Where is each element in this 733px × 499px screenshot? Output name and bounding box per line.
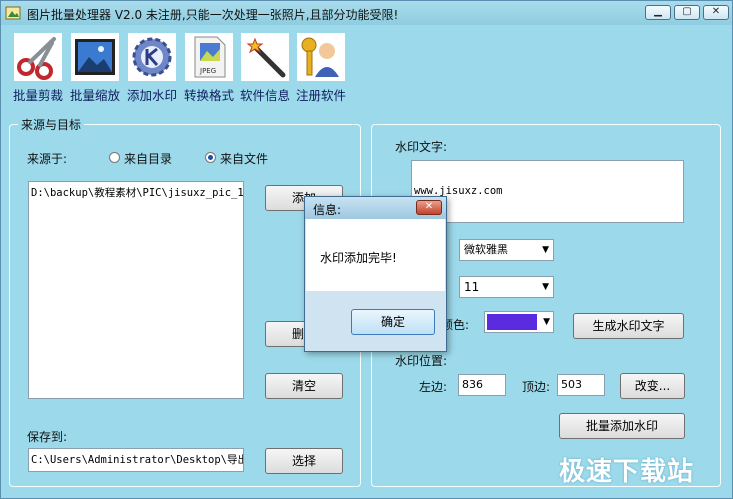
source-label: 来源于: — [27, 152, 68, 166]
toolbar-software-info[interactable]: 软件信息 — [239, 31, 295, 103]
group-title: 来源与目标 — [18, 116, 85, 133]
chevron-down-icon: ▼ — [542, 282, 549, 292]
size-select[interactable]: 11 ▼ — [459, 276, 554, 298]
toolbar-label: 批量缩放 — [69, 88, 120, 103]
toolbar-batch-resize[interactable]: 批量缩放 — [69, 31, 125, 103]
radio-from-directory[interactable] — [109, 152, 120, 163]
generate-watermark-button[interactable]: 生成水印文字 — [573, 313, 684, 339]
dialog-close-button[interactable]: ✕ — [416, 200, 442, 215]
top-label: 顶边: — [522, 380, 551, 394]
title-bar: 图片批量处理器 V2.0 未注册,只能一次处理一张照片,且部分功能受限! ▁ ▢… — [1, 1, 732, 25]
dialog-message: 水印添加完毕! — [320, 251, 397, 265]
left-input[interactable]: 836 — [458, 374, 506, 396]
dialog-title: 信息: — [313, 203, 342, 217]
batch-add-watermark-button[interactable]: 批量添加水印 — [559, 413, 685, 439]
choose-button[interactable]: 选择 — [265, 448, 343, 474]
toolbar-label: 添加水印 — [126, 88, 177, 103]
window-title: 图片批量处理器 V2.0 未注册,只能一次处理一张照片,且部分功能受限! — [27, 8, 399, 22]
watermark-position-label: 水印位置: — [395, 354, 448, 368]
minimize-button[interactable]: ▁ — [645, 5, 671, 20]
list-item[interactable]: D:\backup\教程素材\PIC\jisuxz_pic_1 — [29, 182, 243, 203]
color-picker[interactable]: ▼ — [484, 311, 554, 333]
change-button[interactable]: 改变... — [620, 373, 685, 399]
radio-from-directory-label[interactable]: 来自目录 — [124, 150, 172, 167]
user-key-icon — [297, 33, 345, 81]
jpeg-file-icon: JPEG — [185, 33, 233, 81]
toolbar-convert-format[interactable]: JPEG 转换格式 — [183, 31, 239, 103]
save-to-label: 保存到: — [27, 430, 68, 444]
dialog-body: 水印添加完毕! — [306, 219, 445, 291]
maximize-button[interactable]: ▢ — [674, 5, 700, 20]
close-button[interactable]: ✕ — [703, 5, 729, 20]
toolbar-label: 注册软件 — [295, 88, 346, 103]
scissors-icon — [14, 33, 62, 81]
app-icon — [5, 6, 21, 20]
info-dialog: 信息: ✕ 水印添加完毕! 确定 — [304, 196, 447, 352]
file-list[interactable]: D:\backup\教程素材\PIC\jisuxz_pic_1 — [28, 181, 244, 399]
chevron-down-icon: ▼ — [543, 317, 550, 327]
magic-wand-icon — [241, 33, 289, 81]
gear-k-icon — [128, 33, 176, 81]
font-select[interactable]: 微软雅黑 ▼ — [459, 239, 554, 261]
toolbar-label: 软件信息 — [239, 88, 290, 103]
dialog-title-bar: 信息: ✕ — [305, 197, 446, 219]
size-select-value: 11 — [464, 280, 480, 294]
watermark-text-input[interactable]: www.jisuxz.com — [411, 160, 684, 223]
brand-watermark: 极速下载站 — [559, 457, 695, 487]
ok-button[interactable]: 确定 — [351, 309, 435, 335]
radio-from-file[interactable] — [205, 152, 216, 163]
top-input[interactable]: 503 — [557, 374, 605, 396]
chevron-down-icon: ▼ — [542, 245, 549, 255]
picture-icon — [71, 33, 119, 81]
main-window: 图片批量处理器 V2.0 未注册,只能一次处理一张照片,且部分功能受限! ▁ ▢… — [0, 0, 733, 499]
toolbar-label: 转换格式 — [183, 88, 234, 103]
font-select-value: 微软雅黑 — [464, 243, 508, 256]
watermark-text-label: 水印文字: — [395, 140, 448, 154]
toolbar-register[interactable]: 注册软件 — [295, 31, 351, 103]
clear-button[interactable]: 清空 — [265, 373, 343, 399]
save-path-field[interactable]: C:\Users\Administrator\Desktop\导出 — [28, 448, 244, 472]
left-label: 左边: — [419, 380, 448, 394]
toolbar-label: 批量剪裁 — [12, 88, 63, 103]
svg-text:JPEG: JPEG — [199, 67, 216, 75]
color-swatch — [487, 314, 537, 330]
toolbar-batch-crop[interactable]: 批量剪裁 — [12, 31, 68, 103]
radio-from-file-label[interactable]: 来自文件 — [220, 150, 268, 167]
toolbar-add-watermark[interactable]: 添加水印 — [126, 31, 182, 103]
